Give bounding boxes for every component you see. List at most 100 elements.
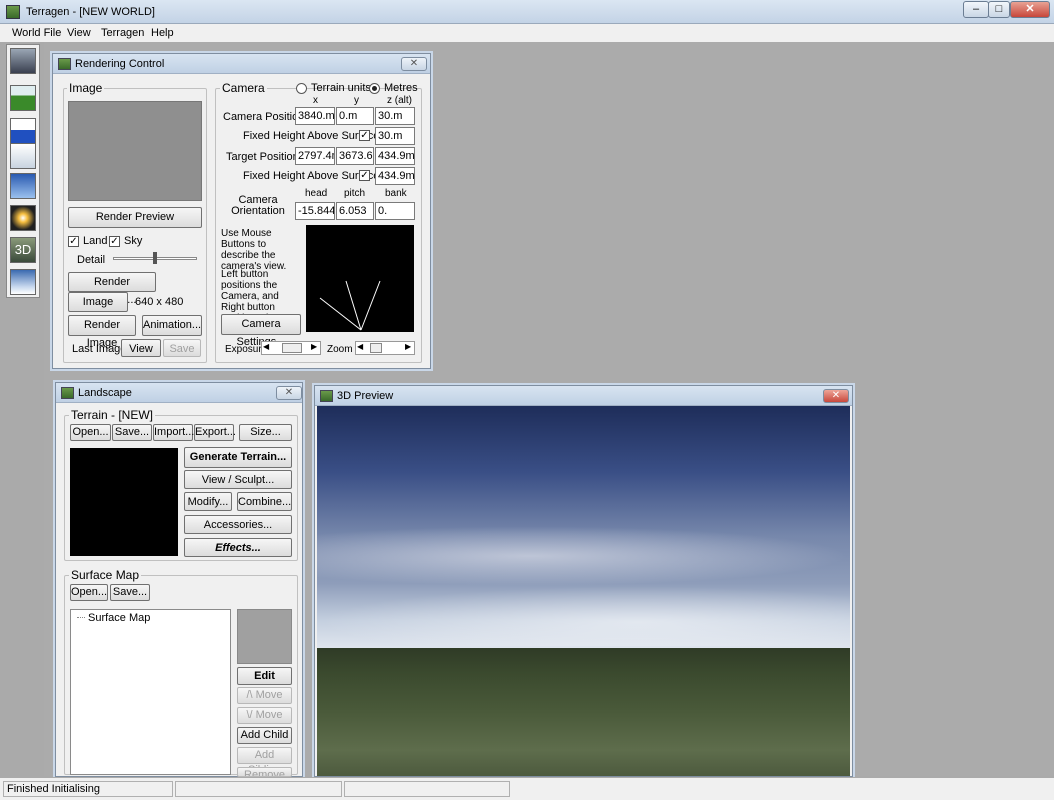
head-field[interactable]: -15.844 <box>295 202 335 220</box>
atmosphere-icon[interactable] <box>10 269 36 295</box>
view-last-image-button[interactable]: View <box>121 339 161 357</box>
target-x-field[interactable]: 2797.4m <box>295 147 335 165</box>
render-preview-icon[interactable] <box>10 48 36 74</box>
pitch-field[interactable]: 6.053 <box>336 202 374 220</box>
camera-fixed-height-field[interactable]: 30.m <box>375 127 415 145</box>
move-up-button[interactable]: /\ Move <box>237 687 292 704</box>
terrain-preview[interactable] <box>70 448 178 556</box>
tree-connector <box>77 617 85 618</box>
camera-y-field[interactable]: 0.m <box>336 107 374 125</box>
maximize-button[interactable]: □ <box>988 1 1010 18</box>
camera-group-label: Camera <box>220 81 267 95</box>
menu-help[interactable]: Help <box>151 27 174 39</box>
exposure-right-arrow-icon[interactable]: ▶ <box>311 342 317 351</box>
zoom-thumb[interactable] <box>370 343 382 353</box>
generate-terrain-button[interactable]: Generate Terrain... <box>184 447 292 468</box>
menu-view[interactable]: View <box>67 27 91 39</box>
col-y-label: y <box>354 95 359 106</box>
3d-render-viewport[interactable] <box>317 406 850 776</box>
render-settings-button[interactable]: Render Settings... <box>68 272 156 306</box>
clouds-icon[interactable] <box>10 143 36 169</box>
combine-button[interactable]: Combine... <box>237 492 292 511</box>
menu-bar: World File View Terragen Help <box>0 24 1054 42</box>
effects-button[interactable]: Effects... <box>184 538 292 557</box>
image-group-label: Image <box>67 81 105 95</box>
cloud-band-lower <box>317 586 850 646</box>
3d-label: 3D <box>14 242 32 257</box>
zoom-left-arrow-icon[interactable]: ◀ <box>357 342 363 351</box>
terrain-import-button[interactable]: Import... <box>153 424 194 441</box>
sky-checkbox[interactable]: ✓ <box>109 236 120 247</box>
sun-icon[interactable] <box>10 205 36 231</box>
edit-button[interactable]: Edit <box>237 667 292 685</box>
exposure-scrollbar[interactable]: ◀ ▶ <box>261 341 321 355</box>
target-fixed-height-field[interactable]: 434.9m <box>375 167 415 185</box>
exposure-thumb[interactable] <box>282 343 302 353</box>
render-image-button[interactable]: Render Image <box>68 315 136 349</box>
terrain-open-button[interactable]: Open... <box>70 424 111 441</box>
menu-world-file[interactable]: World File <box>12 27 61 39</box>
metres-radio[interactable] <box>369 83 380 94</box>
zoom-scrollbar[interactable]: ◀ ▶ <box>355 341 415 355</box>
camera-frustum-lines <box>319 280 381 331</box>
surface-save-button[interactable]: Save... <box>110 584 150 601</box>
detail-slider-thumb[interactable] <box>153 252 157 264</box>
detail-label: Detail <box>77 254 106 266</box>
terrain-export-button[interactable]: Export... <box>194 424 236 441</box>
camera-settings-button[interactable]: Camera Settings... <box>221 314 301 348</box>
surface-open-button[interactable]: Open... <box>70 584 108 601</box>
tree-item-surface-map[interactable]: Surface Map <box>88 612 150 624</box>
status-panel-3 <box>344 781 510 797</box>
accessories-button[interactable]: Accessories... <box>184 515 292 534</box>
save-last-image-button[interactable]: Save <box>163 339 201 357</box>
3d-preview-close-button[interactable]: ✕ <box>823 389 849 403</box>
surface-map-preview <box>237 609 292 664</box>
mouse-help-text-1: Use Mouse Buttons to describe the camera… <box>221 228 287 272</box>
zoom-right-arrow-icon[interactable]: ▶ <box>405 342 411 351</box>
remove-button[interactable]: Remove <box>237 767 292 777</box>
camera-orientation-label: Camera Orientation <box>231 194 285 217</box>
target-position-label: Target Position <box>226 151 299 163</box>
status-panel-2 <box>175 781 342 797</box>
terrain-save-button[interactable]: Save... <box>112 424 152 441</box>
target-z-field[interactable]: 434.9m <box>375 147 415 165</box>
landscape-close-button[interactable]: ✕ <box>276 386 302 400</box>
menu-terragen[interactable]: Terragen <box>101 27 144 39</box>
camera-x-field[interactable]: 3840.m <box>295 107 335 125</box>
view-sculpt-button[interactable]: View / Sculpt... <box>184 470 292 489</box>
animation-button[interactable]: Animation... <box>142 315 202 336</box>
3d-preview-icon[interactable]: 3D <box>10 237 36 263</box>
modify-button[interactable]: Modify... <box>184 492 232 511</box>
move-down-button[interactable]: \/ Move <box>237 707 292 724</box>
add-sibling-button[interactable]: Add Sibling <box>237 747 292 776</box>
camera-view-canvas[interactable] <box>306 225 414 332</box>
render-preview-button[interactable]: Render Preview <box>68 207 202 228</box>
water-icon[interactable] <box>10 118 36 144</box>
surface-map-tree[interactable]: Surface Map <box>70 609 231 775</box>
rendering-close-button[interactable]: ✕ <box>401 57 427 71</box>
col-pitch-label: pitch <box>344 188 366 199</box>
rendering-control-caption: Rendering Control ✕ <box>53 54 430 74</box>
camera-position-label: Camera Position <box>223 111 305 123</box>
camera-fixed-height-checkbox[interactable]: ✓ <box>359 130 370 141</box>
landscape-icon[interactable] <box>10 85 36 111</box>
sky-icon[interactable] <box>10 173 36 199</box>
minimize-button[interactable]: – <box>963 1 989 18</box>
terrain-size-button[interactable]: Size... <box>239 424 292 441</box>
land-checkbox[interactable]: ✓ <box>68 236 79 247</box>
camera-z-field[interactable]: 30.m <box>375 107 415 125</box>
add-child-button[interactable]: Add Child <box>237 727 292 744</box>
close-button[interactable]: ✕ <box>1010 1 1050 18</box>
3d-preview-window: 3D Preview ✕ <box>314 385 853 777</box>
rendering-window-icon <box>58 58 71 70</box>
exposure-left-arrow-icon[interactable]: ◀ <box>263 342 269 351</box>
image-size-button[interactable]: Image Size... <box>68 292 128 326</box>
terrain-units-radio[interactable] <box>296 83 307 94</box>
target-y-field[interactable]: 3673.6m <box>336 147 374 165</box>
bank-field[interactable]: 0. <box>375 202 415 220</box>
cloud-band <box>317 526 850 586</box>
target-fixed-height-checkbox[interactable]: ✓ <box>359 170 370 181</box>
metres-label: Metres <box>384 82 418 94</box>
landscape-window: Landscape ✕ Terrain - [NEW] Open... Save… <box>55 382 303 777</box>
col-bank-label: bank <box>385 188 407 199</box>
